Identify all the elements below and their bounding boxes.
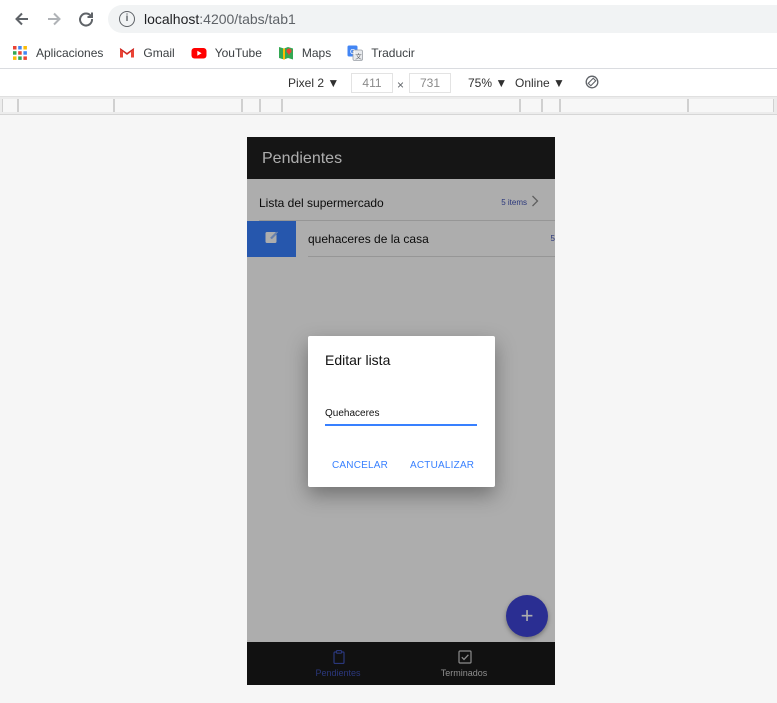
dropdown-arrow-icon: ▼: [495, 76, 508, 90]
zoom-select[interactable]: 75% ▼: [468, 76, 507, 90]
list-name-input[interactable]: [325, 405, 477, 426]
reload-icon[interactable]: [75, 8, 97, 30]
dropdown-arrow-icon: ▼: [327, 76, 340, 90]
forward-arrow-icon[interactable]: [43, 8, 65, 30]
device-select[interactable]: Pixel 2 ▼: [288, 76, 339, 90]
info-icon[interactable]: i: [119, 11, 135, 27]
media-query-segment[interactable]: [18, 99, 114, 112]
bookmark-label: YouTube: [214, 46, 262, 60]
bookmark-label: Traducir: [371, 46, 415, 60]
translate-icon: G文: [347, 45, 364, 61]
maps-icon: [278, 45, 294, 61]
browser-toolbar: i localhost:4200/tabs/tab1: [0, 0, 777, 38]
back-arrow-icon[interactable]: [11, 8, 33, 30]
edit-list-dialog: Editar lista CANCELAR ACTUALIZAR: [308, 336, 495, 487]
bookmark-youtube[interactable]: YouTube: [191, 45, 262, 61]
height-input[interactable]: 731: [409, 73, 451, 93]
youtube-icon: [191, 45, 207, 61]
network-select[interactable]: Online ▼: [515, 76, 565, 90]
media-query-segment[interactable]: [542, 99, 560, 112]
url-path: :4200/tabs/tab1: [199, 11, 296, 27]
bookmark-maps[interactable]: Maps: [278, 45, 331, 61]
apps-grid-icon: [12, 45, 28, 61]
bookmarks-bar: Aplicaciones Gmail YouTube Maps G文 Tradu…: [0, 38, 777, 69]
media-query-segment[interactable]: [242, 99, 260, 112]
dropdown-arrow-icon: ▼: [553, 76, 565, 90]
bookmark-label: Maps: [301, 46, 332, 60]
media-query-segment[interactable]: [560, 99, 688, 112]
update-button[interactable]: ACTUALIZAR: [410, 460, 474, 471]
media-query-segment[interactable]: [688, 99, 774, 112]
times-sign: ×: [397, 78, 405, 92]
bookmark-traducir[interactable]: G文 Traducir: [347, 45, 415, 61]
media-query-segment[interactable]: [520, 99, 542, 112]
gmail-icon: [119, 45, 135, 61]
cancel-button[interactable]: CANCELAR: [332, 460, 388, 471]
media-query-segment[interactable]: [2, 99, 18, 112]
media-query-bar: [0, 97, 777, 115]
url-host: localhost: [144, 11, 200, 27]
svg-text:文: 文: [356, 52, 363, 61]
media-query-segment[interactable]: [114, 99, 242, 112]
rotate-icon[interactable]: [585, 75, 599, 92]
bookmark-aplicaciones[interactable]: Aplicaciones: [12, 45, 103, 61]
bookmark-label: Gmail: [143, 46, 175, 60]
dialog-title: Editar lista: [325, 352, 391, 368]
bookmark-gmail[interactable]: Gmail: [119, 45, 175, 61]
media-query-segment[interactable]: [260, 99, 282, 112]
address-bar[interactable]: i localhost:4200/tabs/tab1: [108, 5, 777, 33]
media-query-segment[interactable]: [282, 99, 520, 112]
bookmark-label: Aplicaciones: [36, 46, 104, 60]
width-input[interactable]: 411: [351, 73, 393, 93]
device-toolbar: Pixel 2 ▼ 411 × 731 75% ▼ Online ▼: [0, 69, 777, 97]
